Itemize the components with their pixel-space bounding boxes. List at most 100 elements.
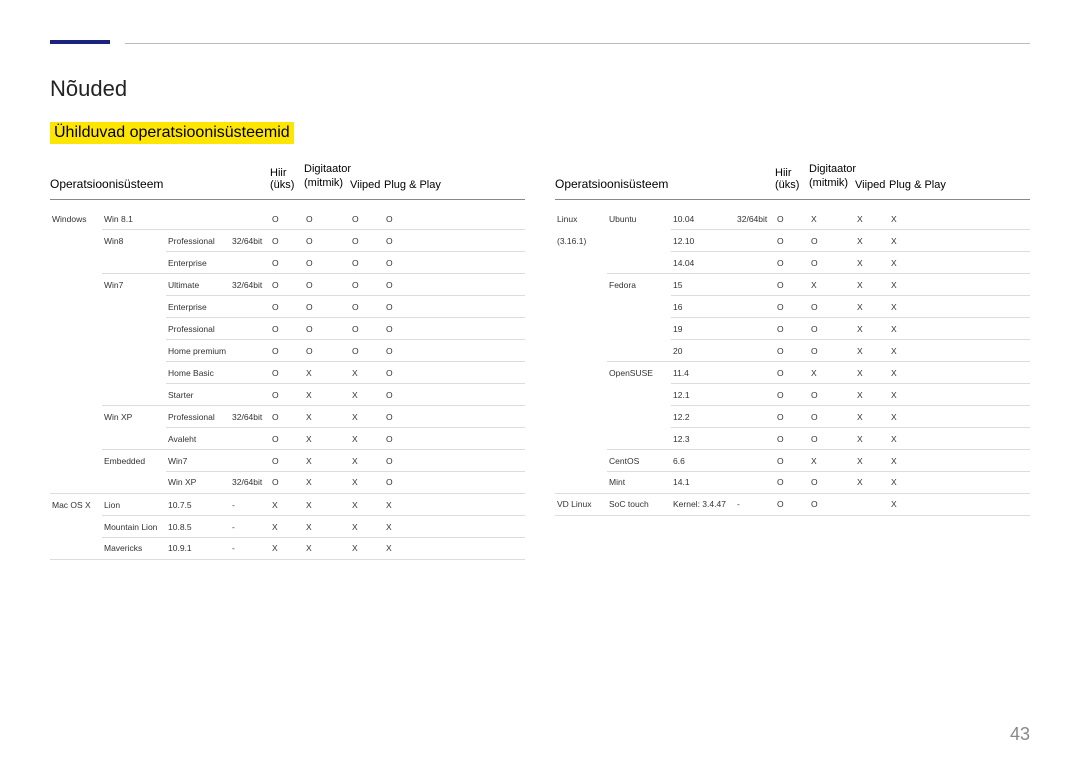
cell: O	[809, 320, 855, 338]
table-row: EmbeddedWin7OXXO	[50, 450, 525, 472]
cell: O	[384, 210, 444, 228]
cell: -	[230, 496, 270, 514]
cell: X	[350, 452, 384, 470]
cell: Win7	[102, 276, 166, 294]
cell	[50, 457, 102, 465]
cell: O	[304, 298, 350, 316]
cell: VD Linux	[555, 495, 607, 513]
cell: X	[304, 473, 350, 491]
cell	[607, 237, 671, 245]
cell: O	[384, 473, 444, 491]
cell: O	[809, 430, 855, 448]
cell: X	[304, 518, 350, 536]
cell: Ultimate	[166, 276, 230, 294]
table-row: CentOS6.6OXXX	[555, 450, 1030, 472]
cell: O	[775, 430, 809, 448]
table-row: Win XP32/64bitOXXO	[50, 472, 525, 494]
header-mouse: Hiir (üks)	[270, 167, 304, 191]
cell	[50, 435, 102, 443]
cell	[607, 303, 671, 311]
cell	[555, 281, 607, 289]
cell: O	[384, 320, 444, 338]
cell	[735, 457, 775, 465]
cell: X	[350, 430, 384, 448]
cell: X	[350, 364, 384, 382]
cell: X	[855, 232, 889, 250]
cell	[555, 303, 607, 311]
cell: Win XP	[166, 473, 230, 491]
cell	[50, 237, 102, 245]
cell: O	[304, 254, 350, 272]
table-row: Win XPProfessional32/64bitOXXO	[50, 406, 525, 428]
cell: O	[350, 276, 384, 294]
cell	[555, 369, 607, 377]
cell: X	[855, 342, 889, 360]
cell: (3.16.1)	[555, 232, 607, 250]
cell: O	[304, 342, 350, 360]
cell: O	[775, 408, 809, 426]
cell: 10.7.5	[166, 496, 230, 514]
cell: CentOS	[607, 452, 671, 470]
cell: X	[270, 496, 304, 514]
cell: X	[304, 430, 350, 448]
cell: O	[775, 298, 809, 316]
cell: X	[304, 496, 350, 514]
table-row: Fedora15OXXX	[555, 274, 1030, 296]
table-columns: Operatsioonisüsteem Hiir (üks) Digitaato…	[50, 162, 1030, 560]
cell	[50, 369, 102, 377]
cell: O	[350, 210, 384, 228]
cell	[50, 347, 102, 355]
cell: 14.04	[671, 254, 735, 272]
cell: X	[270, 518, 304, 536]
cell	[735, 259, 775, 267]
cell: X	[889, 408, 949, 426]
cell	[607, 435, 671, 443]
cell: X	[855, 254, 889, 272]
cell	[102, 325, 166, 333]
cell: O	[270, 276, 304, 294]
cell	[50, 325, 102, 333]
header-gesture: Viiped	[350, 179, 384, 191]
header-gesture: Viiped	[855, 179, 889, 191]
cell: X	[384, 518, 444, 536]
cell: O	[775, 210, 809, 228]
cell	[50, 391, 102, 399]
cell: X	[304, 386, 350, 404]
cell: Mavericks	[102, 539, 166, 557]
cell: Home Basic	[166, 364, 230, 382]
cell: O	[350, 342, 384, 360]
cell: O	[304, 210, 350, 228]
cell: O	[384, 232, 444, 250]
header-os: Operatsioonisüsteem	[555, 177, 775, 191]
cell	[230, 303, 270, 311]
cell: X	[304, 452, 350, 470]
cell: O	[270, 386, 304, 404]
cell	[735, 325, 775, 333]
cell: Windows	[50, 210, 102, 228]
cell: X	[889, 452, 949, 470]
table-row: Mountain Lion10.8.5-XXXX	[50, 516, 525, 538]
table-row: Win8Professional32/64bitOOOO	[50, 230, 525, 252]
cell	[230, 215, 270, 223]
cell: O	[809, 232, 855, 250]
cell: X	[809, 364, 855, 382]
accent-bar	[50, 40, 110, 44]
cell	[555, 413, 607, 421]
cell: O	[384, 342, 444, 360]
header-mouse: Hiir (üks)	[775, 167, 809, 191]
cell: SoC touch	[607, 495, 671, 513]
cell: 20	[671, 342, 735, 360]
cell	[50, 544, 102, 552]
cell: X	[889, 364, 949, 382]
cell	[555, 259, 607, 267]
cell: X	[855, 452, 889, 470]
cell: O	[775, 452, 809, 470]
cell	[230, 325, 270, 333]
table-row: Home premiumOOOO	[50, 340, 525, 362]
right-column: Operatsioonisüsteem Hiir (üks) Digitaato…	[555, 162, 1030, 560]
cell: O	[270, 298, 304, 316]
cell: O	[775, 473, 809, 491]
cell: -	[230, 539, 270, 557]
cell: O	[270, 408, 304, 426]
cell	[230, 391, 270, 399]
